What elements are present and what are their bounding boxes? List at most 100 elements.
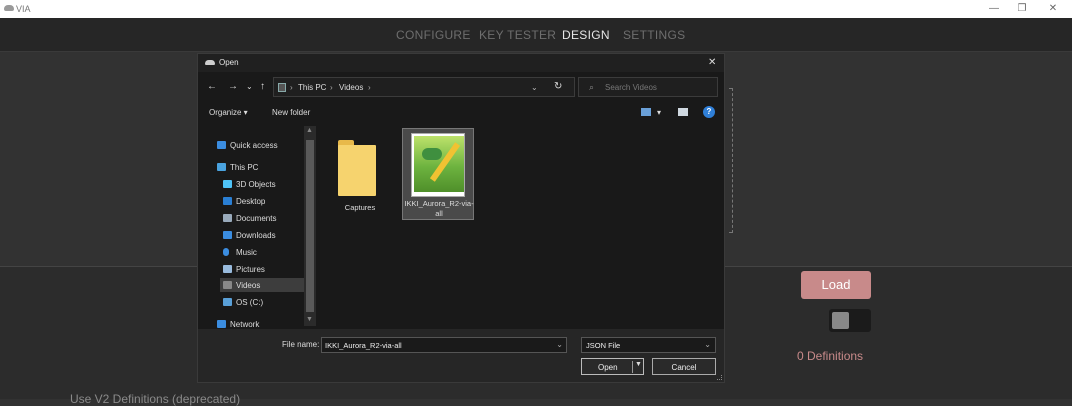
notepadpp-file-icon (411, 133, 465, 197)
tab-key-tester[interactable]: KEY TESTER (479, 28, 556, 42)
forward-icon[interactable]: → (228, 81, 238, 92)
nav-item-music[interactable]: Music (220, 245, 310, 259)
dialog-close-icon[interactable]: ✕ (708, 57, 716, 68)
breadcrumb-separator: › (290, 83, 293, 92)
nav-label: Music (236, 248, 257, 257)
nav-label: Videos (236, 281, 261, 290)
filename-input[interactable]: IKKI_Aurora_R2-via-all ⌄ (321, 337, 567, 353)
dialog-title: Open (219, 58, 239, 67)
address-dropdown-icon[interactable]: ⌄ (531, 83, 538, 92)
tab-configure[interactable]: CONFIGURE (396, 28, 471, 42)
nav-label: Quick access (230, 141, 278, 150)
close-icon[interactable]: ✕ (1046, 2, 1060, 16)
filename-label: File name: (282, 340, 320, 349)
use-v2-label: Use V2 Definitions (deprecated) (70, 392, 241, 406)
recent-locations-icon[interactable]: ⌄ (246, 82, 253, 91)
nav-label: Downloads (236, 231, 276, 240)
dialog-footer: File name: IKKI_Aurora_R2-via-all ⌄ JSON… (198, 329, 724, 382)
pictures-icon (223, 265, 232, 273)
nav-label: Desktop (236, 197, 266, 206)
view-options-icon[interactable] (641, 108, 651, 116)
up-icon[interactable]: ↑ (260, 81, 265, 92)
nav-item-videos[interactable]: Videos (220, 278, 304, 292)
file-list: Captures IKKI_Aurora_R2-via-all (320, 126, 720, 326)
app-titlebar: VIA — ❐ ✕ (0, 0, 1072, 18)
document-icon (223, 214, 232, 222)
open-file-dialog: Open ✕ ← → ⌄ ↑ › This PC › Videos › ⌄ ↻ … (197, 53, 725, 383)
filetype-select[interactable]: JSON File ⌄ (581, 337, 716, 353)
nav-pane-scrollbar[interactable]: ▲ ▼ (304, 126, 316, 326)
dialog-titlebar: Open ✕ (198, 54, 724, 72)
search-placeholder: Search Videos (605, 83, 657, 92)
load-button[interactable]: Load (801, 271, 871, 299)
minimize-icon[interactable]: — (987, 2, 1001, 16)
network-icon (217, 320, 226, 328)
scrollbar-thumb[interactable] (306, 140, 314, 312)
scroll-down-icon[interactable]: ▼ (306, 316, 313, 323)
nav-item-pictures[interactable]: Pictures (220, 262, 310, 276)
videos-icon (223, 281, 232, 289)
top-nav: CONFIGURE KEY TESTER DESIGN SETTINGS (0, 18, 1072, 52)
restore-icon[interactable]: ❐ (1015, 2, 1029, 16)
split-divider (632, 361, 633, 373)
nav-item-this-pc[interactable]: This PC (214, 160, 304, 174)
cancel-button-label: Cancel (671, 363, 697, 372)
chevron-down-icon[interactable]: ⌄ (556, 340, 563, 349)
nav-label: 3D Objects (236, 180, 276, 189)
new-folder-button[interactable]: New folder (272, 108, 310, 117)
cancel-button[interactable]: Cancel (652, 358, 716, 375)
nav-item-3d-objects[interactable]: 3D Objects (220, 177, 310, 191)
view-dropdown-icon[interactable]: ▾ (657, 108, 661, 117)
search-box[interactable]: ⌕ Search Videos (578, 77, 718, 97)
folder-icon (338, 140, 376, 196)
search-icon: ⌕ (589, 82, 595, 92)
nav-label: Network (230, 320, 260, 329)
filetype-value: JSON File (586, 341, 621, 350)
nav-item-downloads[interactable]: Downloads (220, 228, 310, 242)
chevron-down-icon[interactable]: ▼ (635, 361, 642, 368)
app-title: VIA (16, 4, 31, 14)
nav-label: Documents (236, 214, 277, 223)
cube-icon (223, 180, 232, 188)
download-icon (223, 231, 232, 239)
star-icon (217, 141, 226, 149)
scroll-up-icon[interactable]: ▲ (306, 127, 313, 134)
file-item-captures[interactable]: Captures (324, 130, 396, 222)
file-name: Captures (344, 203, 376, 212)
nav-item-quick-access[interactable]: Quick access (214, 138, 304, 152)
dialog-nav-row: ← → ⌄ ↑ › This PC › Videos › ⌄ ↻ ⌕ Searc… (198, 76, 724, 98)
navigation-pane: Quick access This PC 3D Objects Desktop … (206, 126, 316, 329)
nav-item-documents[interactable]: Documents (220, 211, 310, 225)
preview-pane-icon[interactable] (678, 108, 688, 116)
breadcrumb-separator: › (330, 83, 333, 92)
back-icon[interactable]: ← (207, 81, 217, 92)
this-pc-icon (278, 83, 286, 92)
drive-icon (223, 298, 232, 306)
breadcrumb-this-pc[interactable]: This PC (298, 83, 326, 92)
drop-zone-border (729, 88, 733, 233)
music-icon (223, 248, 229, 256)
resize-grip-icon[interactable] (717, 375, 722, 380)
tab-design[interactable]: DESIGN (562, 28, 610, 42)
desktop-icon (223, 197, 232, 205)
definitions-count: 0 Definitions (797, 349, 864, 363)
organize-button[interactable]: Organize ▾ (209, 108, 248, 117)
computer-icon (217, 163, 226, 171)
address-bar[interactable]: › This PC › Videos › ⌄ ↻ (273, 77, 575, 97)
nav-label: OS (C:) (236, 298, 264, 307)
refresh-icon[interactable]: ↻ (554, 81, 562, 92)
v2-definitions-toggle[interactable] (829, 309, 871, 332)
toggle-knob (832, 312, 849, 329)
breadcrumb-videos[interactable]: Videos (339, 83, 363, 92)
help-icon[interactable]: ? (703, 106, 715, 118)
nav-label: Pictures (236, 265, 265, 274)
nav-item-desktop[interactable]: Desktop (220, 194, 310, 208)
file-item-ikki-aurora[interactable]: IKKI_Aurora_R2-via-all (402, 128, 474, 220)
nav-label: This PC (230, 163, 259, 172)
filename-value: IKKI_Aurora_R2-via-all (325, 341, 402, 350)
nav-item-os-c[interactable]: OS (C:) (220, 295, 310, 309)
tab-settings[interactable]: SETTINGS (623, 28, 685, 42)
open-button[interactable]: Open ▼ (581, 358, 644, 375)
open-button-label: Open (598, 363, 618, 372)
chevron-down-icon[interactable]: ⌄ (704, 340, 711, 349)
